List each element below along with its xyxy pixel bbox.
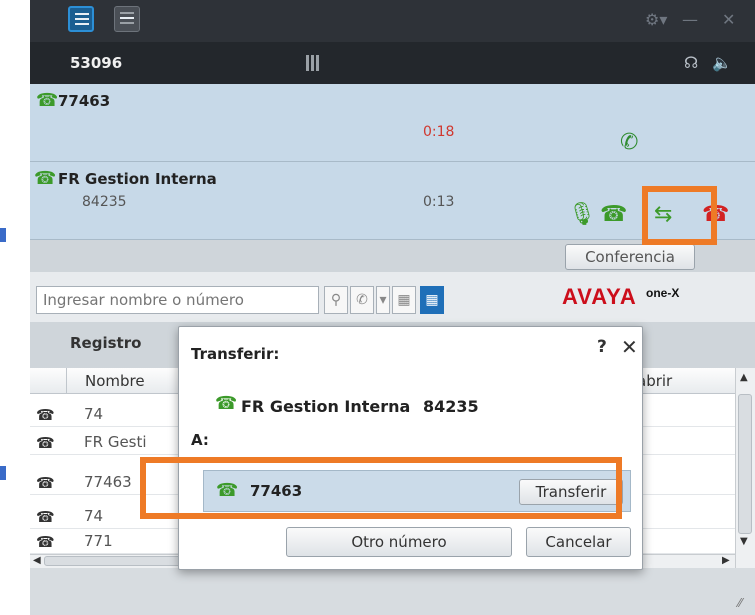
conference-button[interactable]: Conferencia bbox=[565, 244, 695, 270]
edge-mark bbox=[0, 466, 6, 480]
row-name: 771 bbox=[84, 532, 113, 550]
video-icon[interactable]: ▦ bbox=[392, 286, 416, 314]
resume-call-icon[interactable]: ✆ bbox=[620, 130, 638, 155]
search-input[interactable] bbox=[36, 286, 319, 314]
dialpad-icon[interactable]: ▦ bbox=[420, 286, 444, 314]
transfer-from-name: FR Gestion Interna bbox=[241, 397, 411, 416]
dropdown-icon[interactable]: ▾ bbox=[376, 286, 390, 314]
phone-transfer-icon: ☎ bbox=[215, 393, 238, 414]
minimize-icon[interactable]: — bbox=[682, 10, 698, 29]
row-name: 77463 bbox=[84, 473, 132, 491]
search-icon[interactable]: ⚲ bbox=[324, 286, 348, 314]
microphone-icon[interactable]: 🎙 bbox=[568, 202, 596, 227]
settings-gear-icon[interactable]: ⚙▾ bbox=[645, 10, 667, 29]
phone-held-icon: ☎ bbox=[36, 90, 59, 111]
resize-grip-icon[interactable]: ⁄⁄ bbox=[738, 596, 742, 610]
scroll-right-icon[interactable]: ▶ bbox=[722, 555, 730, 566]
signal-grid-icon bbox=[306, 55, 320, 71]
avaya-logo: AVAYA bbox=[562, 284, 637, 309]
call-name: 77463 bbox=[58, 92, 111, 110]
call-row-active[interactable]: ☎ 77463 0:18 ✆ bbox=[30, 84, 755, 162]
speaker-volume-icon[interactable]: 🔈 bbox=[712, 53, 732, 72]
scroll-left-icon[interactable]: ◀ bbox=[33, 555, 41, 566]
call-number: 84235 bbox=[82, 194, 127, 210]
extension-number: 53096 bbox=[70, 54, 123, 72]
search-bar: ⚲ ✆ ▾ ▦ ▦ AVAYA one-X bbox=[30, 272, 755, 322]
other-number-button[interactable]: Otro número bbox=[286, 527, 512, 557]
transfer-highlight bbox=[642, 186, 717, 245]
scroll-down-icon[interactable]: ▼ bbox=[740, 536, 748, 547]
call-timer: 0:18 bbox=[423, 124, 455, 140]
title-bar: ⚙▾ — ✕ bbox=[30, 0, 755, 42]
phone-icon: ☎ bbox=[36, 508, 55, 526]
phone-icon: ☎ bbox=[36, 533, 55, 551]
call-name: FR Gestion Interna bbox=[58, 170, 217, 188]
left-edge-background bbox=[0, 0, 30, 615]
scroll-thumb[interactable] bbox=[738, 394, 752, 534]
row-name: 74 bbox=[84, 507, 104, 525]
row-name: 74 bbox=[84, 405, 104, 423]
phone-icon: ☎ bbox=[36, 406, 55, 424]
history-tab-icon[interactable] bbox=[114, 6, 140, 32]
call-timer: 0:13 bbox=[423, 194, 455, 210]
call-log-title: Registro bbox=[70, 334, 142, 352]
status-bar: 53096 ☊ 🔈 bbox=[30, 42, 755, 84]
column-header-icon[interactable] bbox=[30, 368, 66, 394]
dialog-title: Transferir: bbox=[191, 345, 280, 363]
phone-icon: ☎ bbox=[36, 434, 55, 452]
transfer-from-number: 84235 bbox=[423, 397, 479, 416]
hold-icon[interactable]: ☎ bbox=[600, 202, 627, 227]
call-icon[interactable]: ✆ bbox=[350, 286, 374, 314]
close-icon[interactable]: ✕ bbox=[621, 335, 638, 359]
edge-mark bbox=[0, 228, 6, 242]
close-window-icon[interactable]: ✕ bbox=[722, 10, 735, 29]
onex-window: ⚙▾ — ✕ 53096 ☊ 🔈 ☎ 77463 0:18 ✆ ☎ FR Ges… bbox=[30, 0, 755, 615]
contacts-tab-icon[interactable] bbox=[68, 6, 94, 32]
to-label: A: bbox=[191, 431, 209, 449]
vertical-scrollbar[interactable]: ▲ ▼ bbox=[735, 368, 755, 568]
footer-bar: ⁄⁄ bbox=[30, 568, 755, 615]
help-icon[interactable]: ? bbox=[597, 337, 607, 357]
row-name: FR Gesti bbox=[84, 433, 147, 451]
onex-logo: one-X bbox=[646, 286, 680, 300]
headset-icon[interactable]: ☊ bbox=[684, 53, 698, 72]
phone-icon: ☎ bbox=[36, 474, 55, 492]
transfer-dialog: Transferir: ? ✕ ☎ FR Gestion Interna 842… bbox=[178, 326, 643, 570]
scroll-up-icon[interactable]: ▲ bbox=[740, 372, 748, 383]
target-highlight bbox=[140, 457, 622, 519]
cancel-button[interactable]: Cancelar bbox=[526, 527, 631, 557]
phone-transfer-icon: ☎ bbox=[34, 168, 57, 189]
